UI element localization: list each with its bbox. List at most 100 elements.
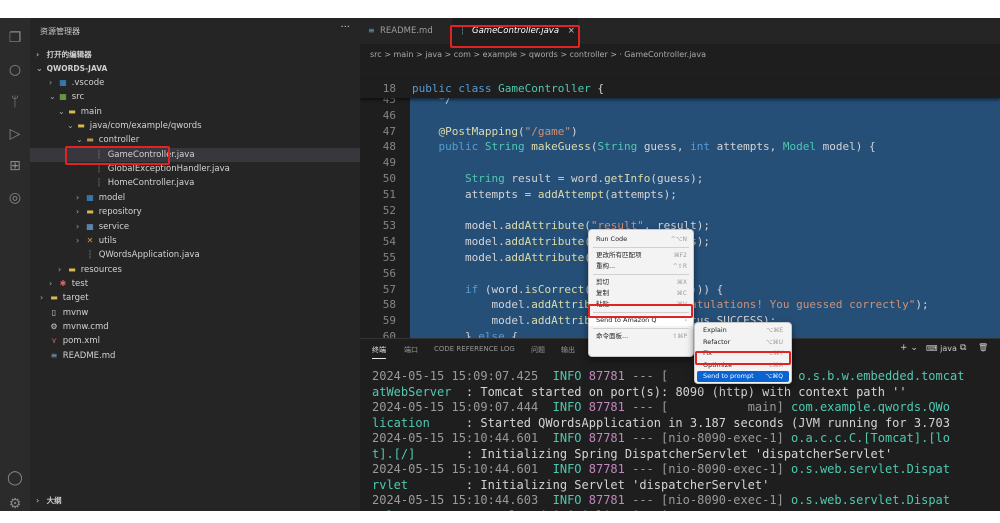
line-number: 54 xyxy=(382,235,396,249)
code-token: } xyxy=(412,330,479,338)
code-line[interactable]: 52 xyxy=(360,203,1000,219)
code-token: attempts = xyxy=(412,187,538,201)
split-terminal-icon[interactable]: ⧉ xyxy=(960,343,966,353)
folder-icon: ▦ xyxy=(59,92,67,102)
extensions-icon[interactable]: ⊞ xyxy=(5,156,25,176)
code-line[interactable]: 47 @PostMapping("/game") xyxy=(360,124,1000,140)
more-actions-icon[interactable]: ··· xyxy=(340,22,350,33)
context-menu-item[interactable]: 剪切 ⌘X xyxy=(589,277,693,288)
menu-item-shortcut: ⌘F2 xyxy=(673,252,687,259)
tree-item[interactable]: ⌄ ▦ src xyxy=(30,90,360,104)
menu-item-label: Optimize xyxy=(703,360,733,369)
account-icon[interactable]: ◯ xyxy=(5,468,25,488)
log-token: 2024-05-15 15:10:44.603 xyxy=(372,493,553,507)
log-line: 2024-05-15 15:09:07.425 INFO 87781 --- [… xyxy=(372,369,1000,384)
log-token: 87781 xyxy=(588,462,625,476)
open-editors-section[interactable]: › 打开的编辑器 xyxy=(30,48,360,62)
tree-item-label: controller xyxy=(96,135,140,146)
menu-item-label: Fix xyxy=(703,349,712,358)
context-menu-item[interactable]: 命令面板... ⇧⌘P xyxy=(589,331,693,342)
outline-section[interactable]: › 大纲 xyxy=(30,494,360,508)
tree-item[interactable]: › ▦ model xyxy=(30,191,360,205)
tree-item[interactable]: ⋎ pom.xml xyxy=(30,334,360,348)
context-menu-item[interactable]: 重构... ^⇧R xyxy=(589,261,693,272)
menu-item-label: 粘贴 xyxy=(596,300,609,308)
tab-output[interactable]: 输出 xyxy=(561,345,575,355)
context-menu-item[interactable]: 粘贴 ⌘V xyxy=(589,299,693,310)
trash-icon[interactable]: 🗑 xyxy=(978,343,988,352)
settings-icon[interactable]: ⚙ xyxy=(5,494,25,511)
tab-label: README.md xyxy=(380,26,433,36)
files-icon[interactable]: ❐ xyxy=(5,28,25,48)
tree-item[interactable]: ┆ GlobalExceptionHandler.java xyxy=(30,162,360,176)
code-line[interactable]: 50 String result = word.getInfo(guess); xyxy=(360,171,1000,187)
tree-item[interactable]: ⌄ ▬ controller xyxy=(30,133,360,147)
tree-item[interactable]: ≡ README.md xyxy=(30,349,360,363)
tree-item[interactable]: ⚙ mvnw.cmd xyxy=(30,320,360,334)
folder-icon: ✱ xyxy=(59,278,67,288)
new-terminal-button[interactable]: + ⌄ xyxy=(900,343,918,353)
tab-code-reference-log[interactable]: CODE REFERENCE LOG xyxy=(434,345,515,353)
sticky-scroll-header[interactable]: 18 public class GameController { xyxy=(360,80,1000,98)
log-token: INFO xyxy=(552,369,589,383)
terminal-icon: ⌨ xyxy=(926,344,941,353)
submenu-item[interactable]: Send to prompt ⌥⌘Q xyxy=(697,371,789,383)
log-token: o.s.web.servlet.Dispat xyxy=(791,493,950,507)
submenu-item[interactable]: Fix ⌥⌘Y xyxy=(697,348,789,359)
log-token: atWebServer xyxy=(372,384,452,399)
submenu-item[interactable]: Explain ⌥⌘E xyxy=(697,325,789,336)
log-token: rvlet xyxy=(372,509,408,512)
code-line[interactable]: 46 xyxy=(360,108,1000,124)
tab-ports[interactable]: 端口 xyxy=(404,345,418,355)
tree-item[interactable]: ┆ QWordsApplication.java xyxy=(30,248,360,262)
amazon-q-icon[interactable]: ◎ xyxy=(5,188,25,208)
tree-item[interactable]: ┆ HomeController.java xyxy=(30,176,360,190)
context-menu-item[interactable]: 复制 ⌘C xyxy=(589,288,693,299)
code-text: public class GameController { xyxy=(412,80,604,98)
tab-terminal[interactable]: 终端 xyxy=(372,345,386,359)
terminal-selector[interactable]: ⌨ java xyxy=(926,344,957,353)
folder-icon: ▦ xyxy=(86,192,94,202)
tree-item[interactable]: › ▬ resources xyxy=(30,263,360,277)
log-line: rvlet : Completed initialization in 2 ms xyxy=(372,509,1000,512)
tree-item[interactable]: › ▦ service xyxy=(30,220,360,234)
log-line: 2024-05-15 15:10:44.601 INFO 87781 --- [… xyxy=(372,431,1000,446)
tree-item[interactable]: › ▬ target xyxy=(30,291,360,305)
context-menu-item[interactable]: Send to Amazon Q › xyxy=(589,315,693,326)
run-debug-icon[interactable]: ▷ xyxy=(5,124,25,144)
tree-item-label: src xyxy=(69,92,85,103)
context-menu-item[interactable]: Run Code ^⌥N xyxy=(589,234,693,245)
tab-gamecontroller[interactable]: ┆ GameController.java × xyxy=(452,18,578,44)
menu-item-label: Send to Amazon Q xyxy=(596,316,657,324)
log-token: com.example.qwords.QWo xyxy=(791,400,950,414)
tree-item[interactable]: ⌄ ▬ java/com/example/qwords xyxy=(30,119,360,133)
context-menu-item[interactable]: 更改所有匹配项 ⌘F2 xyxy=(589,250,693,261)
tree-item[interactable]: › ✱ test xyxy=(30,277,360,291)
line-number: 49 xyxy=(382,156,396,170)
code-line[interactable]: 48 public String makeGuess(String guess,… xyxy=(360,139,1000,155)
code-line[interactable]: 49 xyxy=(360,155,1000,171)
chevron-down-icon: ⌄ xyxy=(76,135,83,145)
context-menu: Run Code ^⌥N 更改所有匹配项 ⌘F2 重构... ^⇧R 剪切 ⌘X 复制 ⌘C 粘贴 ⌘… xyxy=(588,229,694,357)
tree-item[interactable]: ┆ GameController.java xyxy=(30,147,360,162)
tab-readme[interactable]: ≡ README.md xyxy=(360,18,450,44)
submenu-item[interactable]: Optimize ⌥⌘A xyxy=(697,360,789,371)
menu-item-label: Send to prompt xyxy=(703,372,754,381)
tree-item[interactable]: › ▬ repository xyxy=(30,205,360,219)
close-tab-icon[interactable]: × xyxy=(568,26,575,36)
tab-problems[interactable]: 问题 xyxy=(531,345,545,355)
tree-item[interactable]: ▯ mvnw xyxy=(30,306,360,320)
submenu-item[interactable]: Refactor ⌥⌘U xyxy=(697,337,789,348)
tree-item[interactable]: ⌄ ▬ main xyxy=(30,105,360,119)
project-root[interactable]: ⌄ QWORDS-JAVA xyxy=(30,62,360,76)
search-icon[interactable]: ○ xyxy=(5,60,25,80)
tree-item[interactable]: › ▦ .vscode xyxy=(30,76,360,90)
breadcrumb[interactable]: src > main > java > com > example > qwor… xyxy=(370,49,706,60)
file-icon: ⋎ xyxy=(51,336,57,346)
code-line[interactable]: 51 attempts = addAttempt(attempts); xyxy=(360,187,1000,203)
source-control-icon[interactable]: ᛘ xyxy=(5,92,25,112)
log-token: 87781 xyxy=(588,400,625,414)
amazon-q-submenu: Explain ⌥⌘E Refactor ⌥⌘U Fix ⌥⌘Y Optimize ⌥⌘A Se… xyxy=(694,322,792,384)
tree-item[interactable]: › ✕ utils xyxy=(30,234,360,248)
log-token: --- [ main] xyxy=(624,400,792,414)
